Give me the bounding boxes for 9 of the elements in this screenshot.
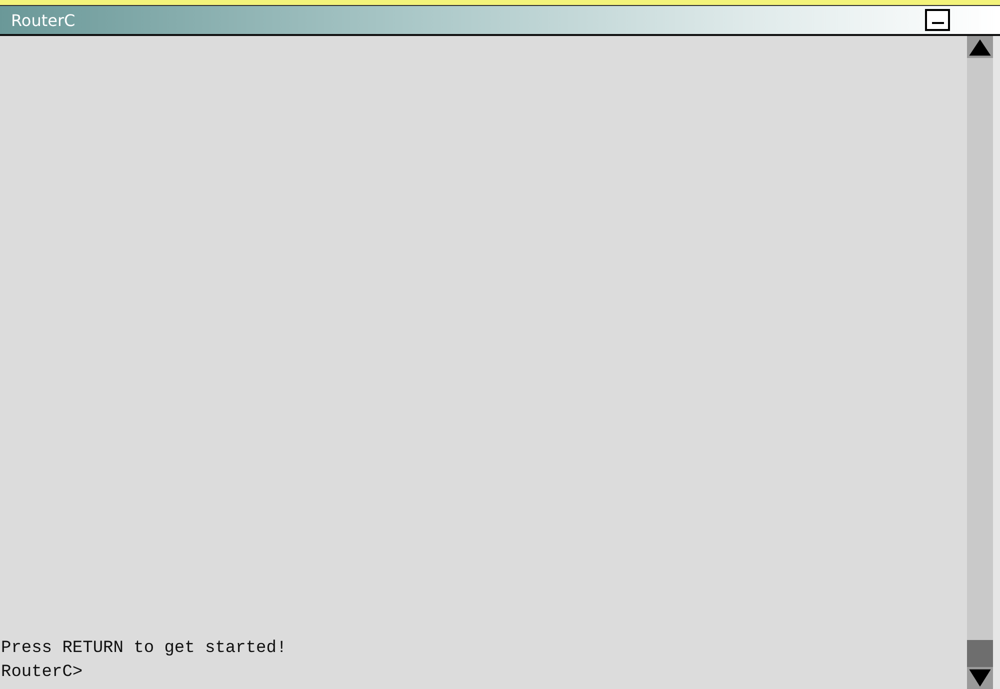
console-line: RouterC> (1, 662, 84, 684)
scrollbar[interactable] (967, 36, 993, 689)
window-title: RouterC (11, 10, 76, 30)
scroll-thumb[interactable] (967, 640, 993, 667)
scroll-up-icon[interactable] (967, 36, 993, 58)
minimize-button[interactable] (925, 9, 950, 31)
console-line: Press RETURN to get started! (1, 638, 288, 660)
scroll-down-icon[interactable] (967, 667, 993, 689)
minimize-icon (932, 22, 944, 26)
